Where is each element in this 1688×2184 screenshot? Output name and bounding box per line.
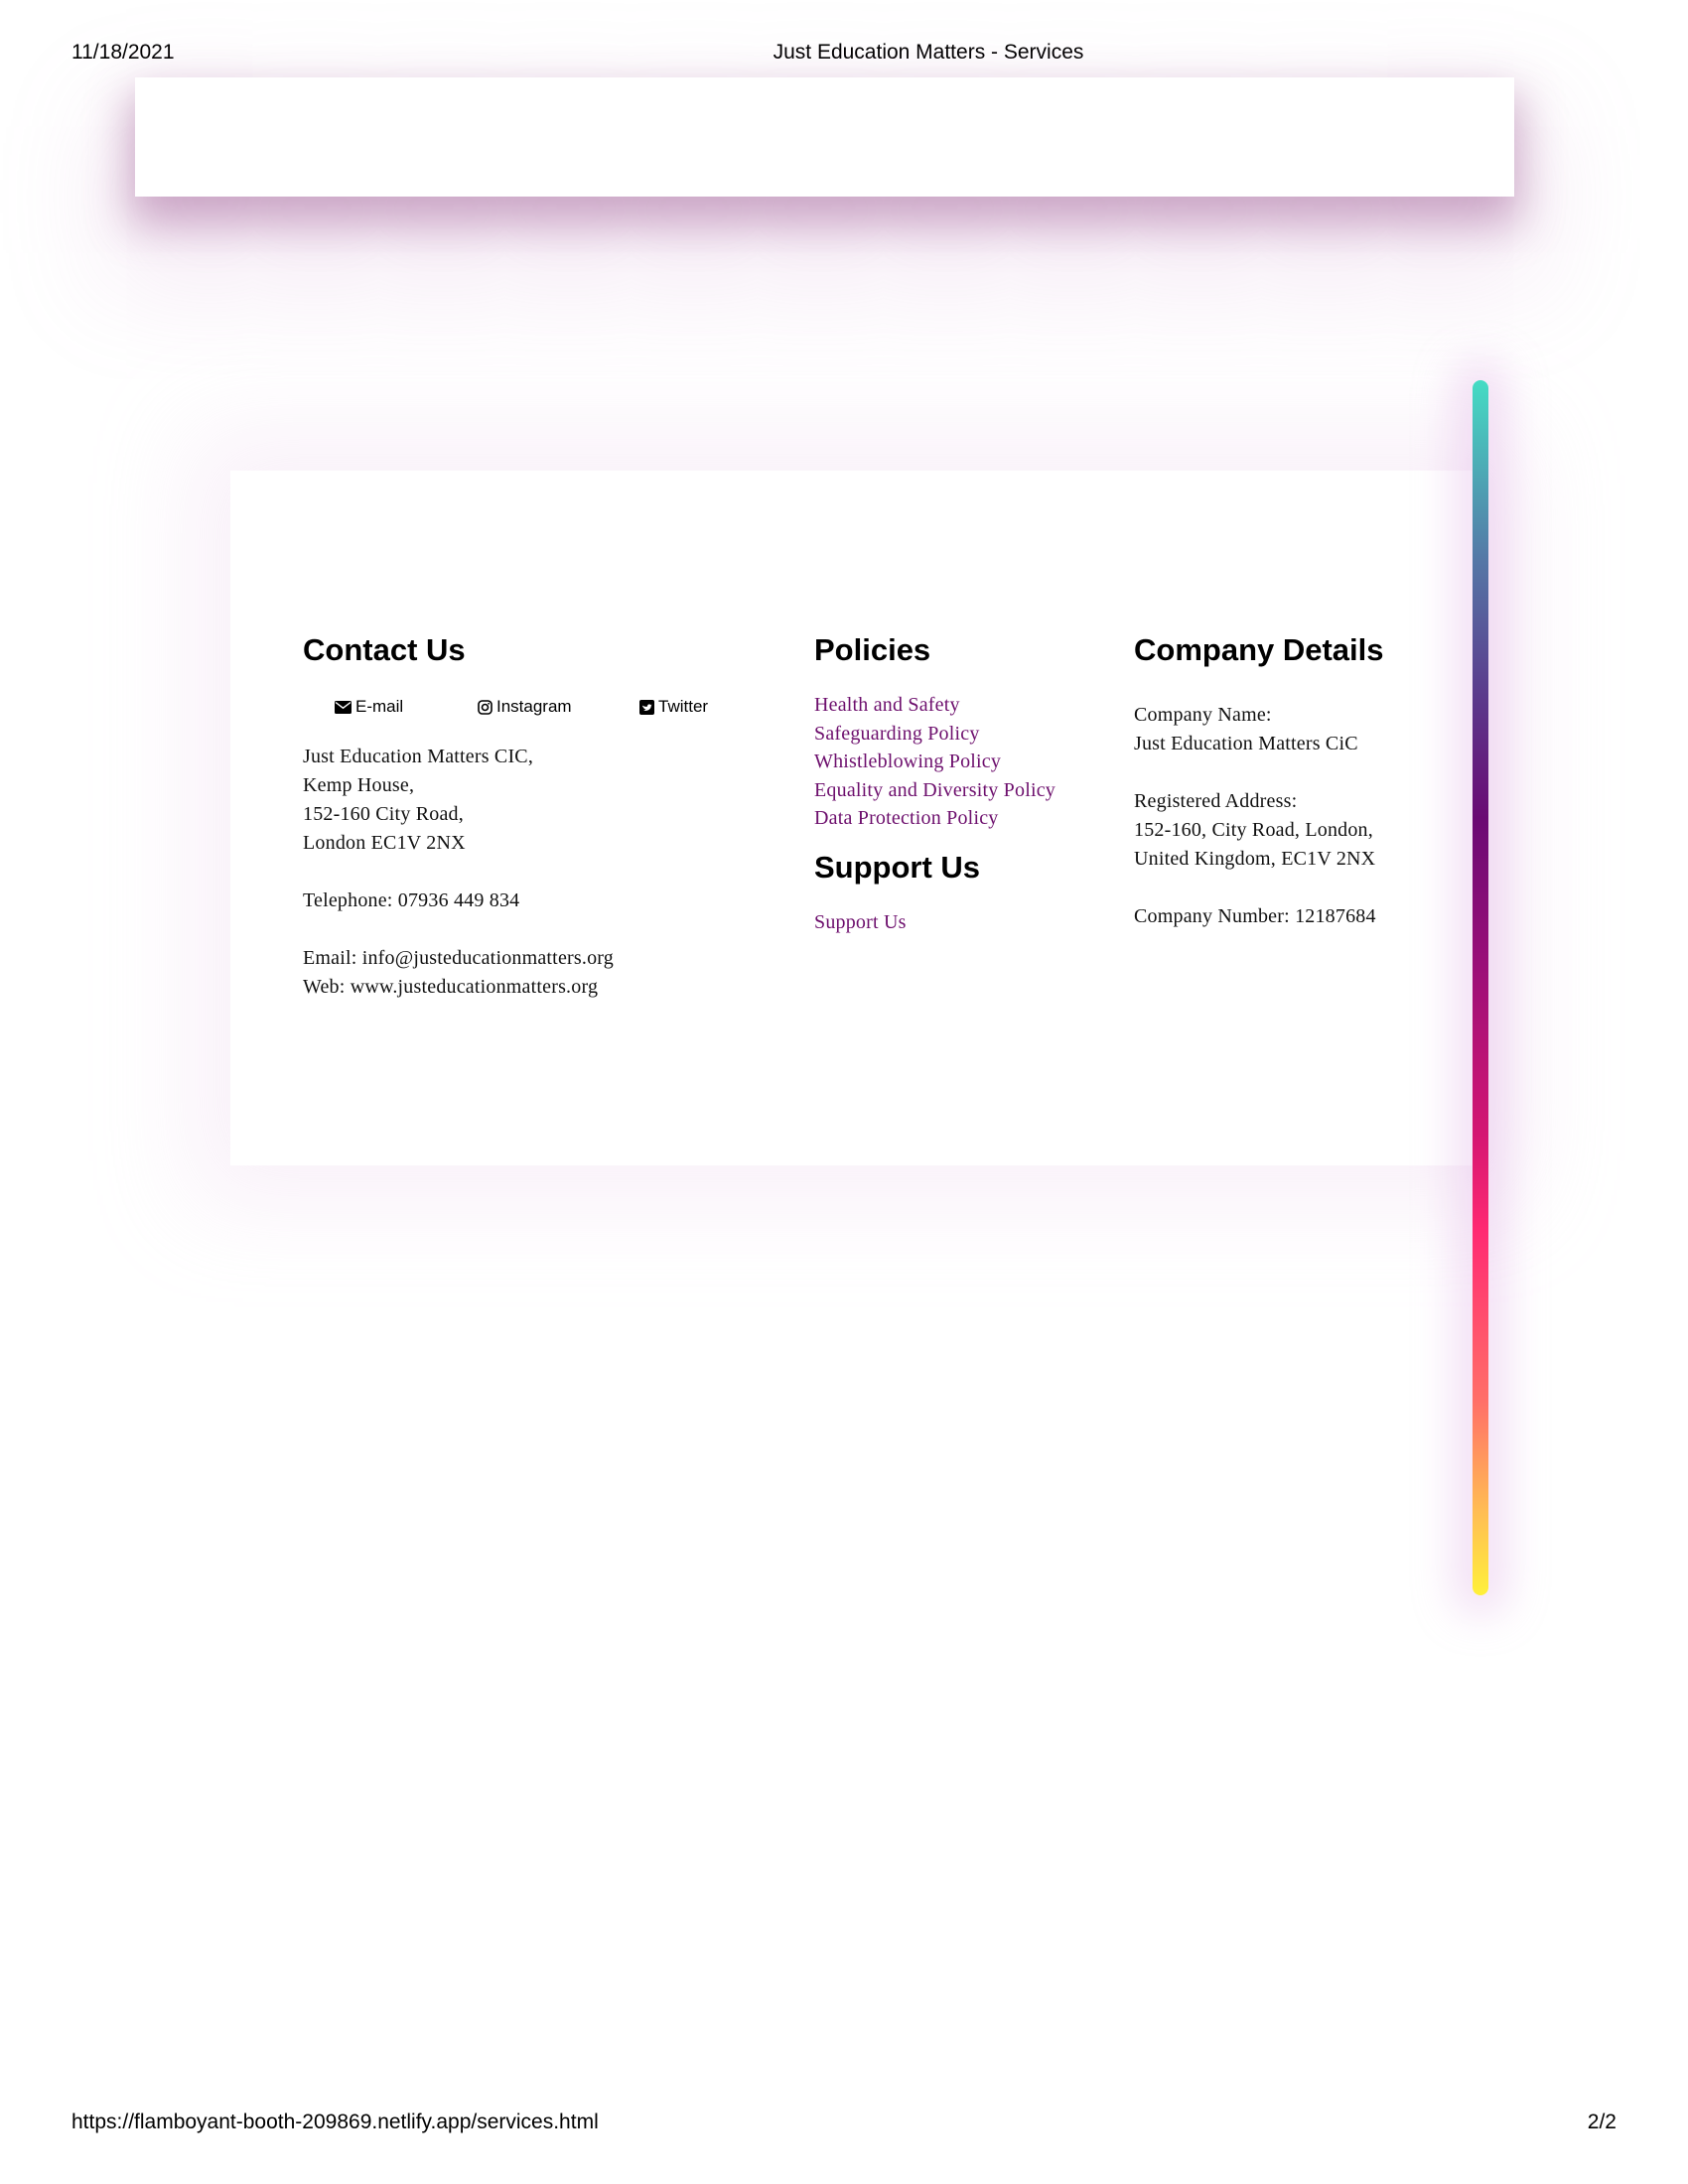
twitter-social-link[interactable]: Twitter [639,697,708,717]
policy-list: Health and Safety Safeguarding Policy Wh… [814,691,1122,833]
print-url: https://flamboyant-booth-209869.netlify.… [71,2111,599,2133]
company-name-value: Just Education Matters CiC [1134,733,1358,754]
registered-address-group: Registered Address: 152-160, City Road, … [1134,787,1462,874]
company-details: Company Name: Just Education Matters CiC… [1134,701,1462,931]
address-line: 152-160 City Road, [303,803,464,825]
company-number-group: Company Number: 12187684 [1134,902,1462,931]
email-social-link[interactable]: E-mail [335,697,403,717]
policy-link-data-protection[interactable]: Data Protection Policy [814,807,998,829]
address-line: London EC1V 2NX [303,832,466,854]
policy-item: Health and Safety [814,691,1122,720]
company-number: Company Number: 12187684 [1134,905,1376,927]
email-line: Email: info@justeducationmatters.org [303,947,614,969]
postal-address: Just Education Matters CIC, Kemp House, … [303,743,740,858]
instagram-icon [478,699,492,715]
registered-address-line: United Kingdom, EC1V 2NX [1134,848,1376,870]
registered-address-line: 152-160, City Road, London, [1134,819,1373,841]
registered-address-label: Registered Address: [1134,790,1298,812]
contact-column: Contact Us E-mail Instagram Twitter Just… [303,627,740,1030]
policy-item: Data Protection Policy [814,804,1122,833]
contact-heading: Contact Us [303,632,466,667]
gradient-scrollbar[interactable] [1473,380,1488,1595]
support-us-link[interactable]: Support Us [814,908,1122,937]
telephone-line: Telephone: 07936 449 834 [303,889,520,911]
twitter-social-label: Twitter [658,697,709,716]
envelope-icon [335,700,352,714]
twitter-icon [639,699,654,715]
policy-link-health-safety[interactable]: Health and Safety [814,694,960,716]
policy-item: Equality and Diversity Policy [814,776,1122,805]
social-links: E-mail Instagram Twitter [303,697,740,731]
policy-item: Whistleblowing Policy [814,748,1122,776]
policy-item: Safeguarding Policy [814,720,1122,749]
policies-heading: Policies [814,632,931,667]
instagram-social-label: Instagram [496,697,572,716]
web-line: Web: www.justeducationmatters.org [303,976,599,998]
policies-column: Policies Health and Safety Safeguarding … [814,627,1122,937]
online-contact: Email: info@justeducationmatters.org Web… [303,944,740,1002]
print-page-title: Just Education Matters - Services [773,41,1084,64]
instagram-social-link[interactable]: Instagram [478,697,572,717]
policy-link-safeguarding[interactable]: Safeguarding Policy [814,723,980,745]
services-card-bottom [135,77,1514,197]
support-heading: Support Us [814,849,981,885]
company-column: Company Details Company Name: Just Educa… [1134,627,1462,960]
print-page-number: 2/2 [1587,2111,1617,2133]
company-heading: Company Details [1134,632,1384,667]
telephone-text: Telephone: 07936 449 834 [303,887,740,915]
company-name-label: Company Name: [1134,704,1272,726]
policy-link-equality-diversity[interactable]: Equality and Diversity Policy [814,779,1055,801]
address-line: Kemp House, [303,774,415,796]
email-social-label: E-mail [355,697,404,716]
policy-link-whistleblowing[interactable]: Whistleblowing Policy [814,751,1001,772]
address-line: Just Education Matters CIC, [303,746,534,767]
company-name-group: Company Name: Just Education Matters CiC [1134,701,1462,758]
